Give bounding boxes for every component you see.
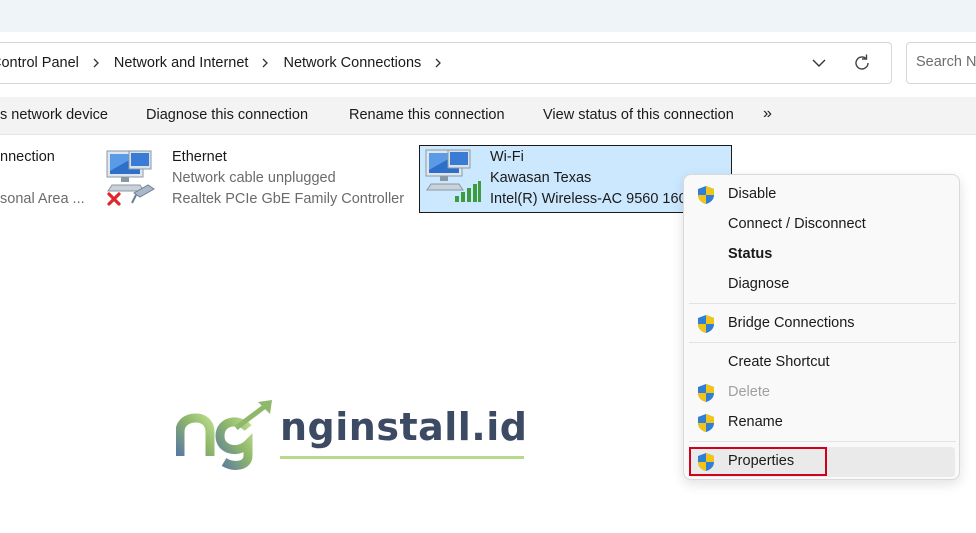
breadcrumb-network-connections[interactable]: Network Connections xyxy=(283,55,421,71)
menu-item-delete: Delete xyxy=(684,378,959,408)
command-bar: s network device Diagnose this connectio… xyxy=(0,97,976,135)
menu-item-label: Disable xyxy=(728,186,777,202)
menu-item-label: Create Shortcut xyxy=(728,354,830,370)
menu-item-label: Rename xyxy=(728,414,783,430)
breadcrumb-control-panel[interactable]: Control Panel xyxy=(0,55,79,71)
cmd-disable-network-device[interactable]: s network device xyxy=(0,107,108,123)
connection-name: Ethernet xyxy=(172,149,227,165)
menu-item-bridge-connections[interactable]: Bridge Connections xyxy=(684,309,959,339)
refresh-icon[interactable] xyxy=(851,52,873,74)
address-bar[interactable]: Control Panel Network and Internet Netwo… xyxy=(0,42,892,84)
connection-device: Realtek PCIe GbE Family Controller xyxy=(172,191,405,207)
title-strip xyxy=(0,0,976,32)
breadcrumb-network-and-internet[interactable]: Network and Internet xyxy=(114,55,249,71)
connection-name: Wi-Fi xyxy=(490,149,524,165)
connection-item[interactable]: nnection sonal Area ... xyxy=(0,147,85,210)
menu-separator xyxy=(689,303,956,304)
menu-separator xyxy=(689,342,956,343)
signal-bars-icon xyxy=(455,181,481,202)
chevron-right-icon[interactable] xyxy=(91,57,102,69)
menu-separator xyxy=(689,441,956,442)
connection-name: nnection xyxy=(0,149,55,165)
breadcrumb: Control Panel Network and Internet Netwo… xyxy=(0,43,456,83)
menu-item-label: Diagnose xyxy=(728,276,790,292)
menu-item-status[interactable]: Status xyxy=(684,240,959,270)
shield-icon xyxy=(698,414,714,432)
watermark-underline xyxy=(280,456,524,459)
shield-icon xyxy=(698,384,714,402)
menu-item-connect-disconnect[interactable]: Connect / Disconnect xyxy=(684,210,959,240)
cmd-diagnose-connection[interactable]: Diagnose this connection xyxy=(146,107,308,123)
shield-icon xyxy=(698,315,714,333)
watermark-logo: nginstall.id xyxy=(176,398,528,470)
chevron-right-icon[interactable] xyxy=(433,57,444,69)
chevron-right-icon[interactable] xyxy=(260,57,271,69)
context-menu: Disable Connect / Disconnect Status Diag… xyxy=(683,174,960,480)
ng-logo-icon xyxy=(176,400,272,470)
chevron-down-icon[interactable] xyxy=(809,53,829,73)
highlight-annotation-box xyxy=(689,447,827,476)
search-input[interactable]: Search Ne xyxy=(906,42,976,84)
menu-item-label: Connect / Disconnect xyxy=(728,216,866,232)
error-x-icon xyxy=(107,192,121,206)
menu-item-diagnose[interactable]: Diagnose xyxy=(684,270,959,300)
connection-status: Network cable unplugged xyxy=(172,170,336,186)
menu-item-rename[interactable]: Rename xyxy=(684,408,959,438)
menu-item-label: Delete xyxy=(728,384,770,400)
menu-item-create-shortcut[interactable]: Create Shortcut xyxy=(684,348,959,378)
cmd-rename-connection[interactable]: Rename this connection xyxy=(349,107,505,123)
menu-item-label: Status xyxy=(728,246,773,262)
watermark-text: nginstall.id xyxy=(280,405,528,449)
more-commands-icon[interactable]: » xyxy=(763,105,772,123)
address-row: Control Panel Network and Internet Netwo… xyxy=(0,32,976,95)
connection-status xyxy=(0,168,85,189)
shield-icon xyxy=(698,186,714,204)
menu-item-disable[interactable]: Disable xyxy=(684,180,959,210)
menu-item-label: Bridge Connections xyxy=(728,315,855,331)
connection-device: sonal Area ... xyxy=(0,191,85,207)
cmd-view-status[interactable]: View status of this connection xyxy=(543,107,734,123)
